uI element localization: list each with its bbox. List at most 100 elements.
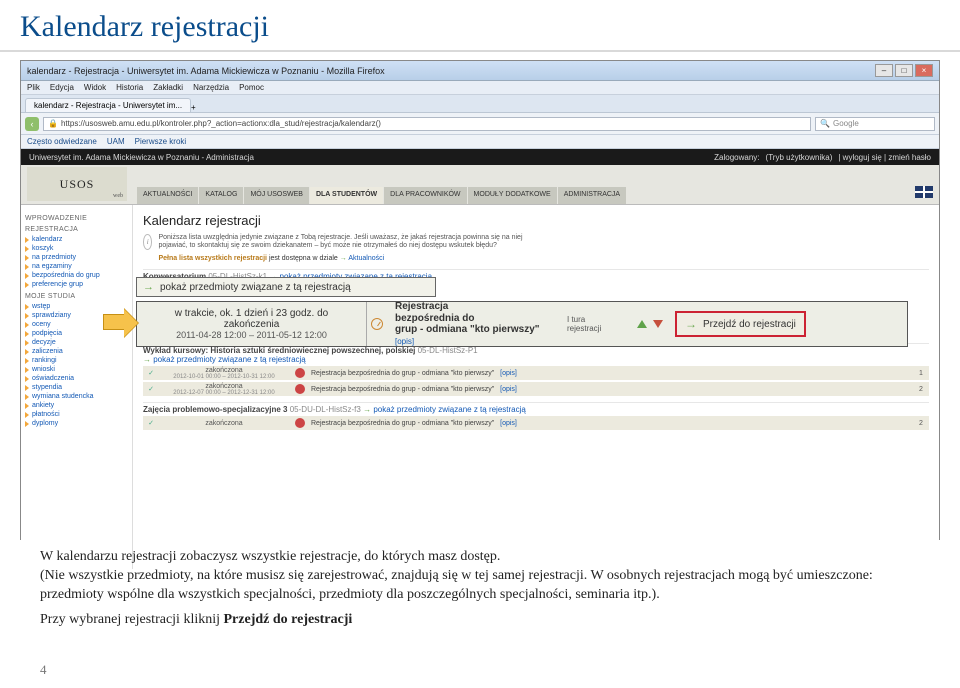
menu-item[interactable]: Widok [84, 83, 106, 92]
sidebar-item[interactable]: preferencje grup [25, 280, 128, 289]
tab-title: kalendarz - Rejestracja - Uniwersytet im… [34, 101, 182, 110]
window-min-button[interactable]: – [875, 64, 893, 77]
opis-link[interactable]: [opis] [395, 337, 414, 346]
flag-icon[interactable] [915, 186, 933, 198]
opis-link[interactable]: [opis] [500, 420, 517, 427]
sidebar-item[interactable]: na egzaminy [25, 262, 128, 271]
nav-item[interactable]: ADMINISTRACJA [558, 187, 626, 204]
sidebar-item-label: podpięcia [32, 330, 62, 337]
triangle-icon [25, 412, 29, 418]
section-label: Zajęcia problemowo-specjalizacyjne 3 [143, 405, 288, 414]
bookmark-item[interactable]: UAM [107, 137, 125, 146]
menu-item[interactable]: Plik [27, 83, 40, 92]
search-input[interactable]: 🔍 Google [815, 117, 935, 131]
page-title: Kalendarz rejestracji [0, 0, 960, 52]
sidebar-item[interactable]: na przedmioty [25, 253, 128, 262]
menu-item[interactable]: Pomoc [239, 83, 264, 92]
sidebar-item[interactable]: płatności [25, 410, 128, 419]
tura-line: I tura [567, 315, 627, 324]
nav-item[interactable]: MÓJ USOSWEB [244, 187, 309, 204]
check-icon: ✓ [143, 419, 159, 427]
browser-tabstrip: kalendarz - Rejestracja - Uniwersytet im… [21, 95, 939, 113]
triangle-down-icon[interactable] [653, 320, 663, 328]
highlight-text[interactable]: pokaż przedmioty związane z tą rejestrac… [160, 282, 351, 293]
triangle-icon [25, 282, 29, 288]
sidebar-item[interactable]: dyplomy [25, 419, 128, 428]
row-num: 1 [913, 370, 929, 377]
tura-line: rejestracji [567, 324, 627, 333]
row-title-line: bezpośrednia do [395, 313, 547, 325]
sidebar-item-label: wnioski [32, 366, 55, 373]
bookmark-item[interactable]: Często odwiedzane [27, 137, 97, 146]
user-mode: (Tryb użytkownika) [766, 153, 833, 162]
usos-logo[interactable]: USOS web [27, 167, 127, 201]
triangle-icon [25, 349, 29, 355]
check-icon: ✓ [143, 385, 159, 393]
triangle-icon [25, 385, 29, 391]
triangle-icon [25, 255, 29, 261]
logout-links[interactable]: | wyloguj się | zmień hasło [838, 153, 931, 162]
sidebar-item-label: koszyk [32, 245, 53, 252]
clock-icon [371, 318, 383, 330]
sidebar-item-label: decyzje [32, 339, 56, 346]
nav-item-active[interactable]: DLA STUDENTÓW [310, 187, 383, 204]
triangle-icon [25, 376, 29, 382]
info-text: Poniższa lista uwzględnia jedynie związa… [158, 234, 533, 251]
info-link[interactable]: Aktualności [348, 255, 384, 262]
menu-item[interactable]: Narzędzia [193, 83, 229, 92]
sidebar-item-label: kalendarz [32, 236, 62, 243]
triangle-icon [25, 246, 29, 252]
sidebar-item[interactable]: decyzje [25, 338, 128, 347]
nav-item[interactable]: MODUŁY DODATKOWE [468, 187, 557, 204]
sidebar-item[interactable]: wymiana studencka [25, 392, 128, 401]
opis-link[interactable]: [opis] [500, 370, 517, 377]
sidebar-item[interactable]: rankingi [25, 356, 128, 365]
sidebar-item[interactable]: oświadczenia [25, 374, 128, 383]
browser-tab[interactable]: kalendarz - Rejestracja - Uniwersytet im… [25, 98, 191, 112]
opis-link[interactable]: [opis] [500, 386, 517, 393]
window-close-button[interactable]: × [915, 64, 933, 77]
url-input[interactable]: 🔒 https://usosweb.amu.edu.pl/kontroler.p… [43, 117, 811, 131]
new-tab-button[interactable]: + [191, 103, 196, 112]
usos-header: USOS web AKTUALNOŚCI KATALOG MÓJ USOSWEB… [21, 165, 939, 205]
course-code: 05-DU-DL-HistSz-f3 [290, 405, 361, 414]
sidebar-item[interactable]: kalendarz [25, 235, 128, 244]
menu-item[interactable]: Zakładki [153, 83, 183, 92]
red-dot-icon [295, 368, 305, 378]
sidebar-item-label: rankingi [32, 357, 57, 364]
sidebar-item-label: dyplomy [32, 420, 58, 427]
sidebar-item[interactable]: bezpośrednia do grup [25, 271, 128, 280]
sidebar-group-label: MOJE STUDIA [25, 293, 128, 300]
nav-item[interactable]: KATALOG [199, 187, 243, 204]
sidebar-item[interactable]: koszyk [25, 244, 128, 253]
sidebar-item-label: oświadczenia [32, 375, 74, 382]
row-title-cell: Rejestracja bezpośrednia do grup - odmia… [387, 301, 557, 347]
bookmark-item[interactable]: Pierwsze kroki [135, 137, 187, 146]
window-max-button[interactable]: □ [895, 64, 913, 77]
nav-item[interactable]: DLA PRACOWNIKÓW [384, 187, 466, 204]
triangle-up-icon[interactable] [637, 320, 647, 328]
sidebar-item[interactable]: zaliczenia [25, 347, 128, 356]
course-code: 05-DL-HistSz-P1 [418, 346, 478, 355]
triangle-icon [25, 394, 29, 400]
row-title-line: grup - odmiana "kto pierwszy" [395, 324, 540, 335]
menu-item[interactable]: Historia [116, 83, 143, 92]
screenshot: kalendarz - Rejestracja - Uniwersytet im… [20, 60, 940, 540]
row-num: 2 [913, 420, 929, 427]
sidebar-item[interactable]: ankiety [25, 401, 128, 410]
info-bold: Pełna lista wszystkich rejestracji [158, 255, 267, 262]
section-label: Wykład kursowy: Historia sztuki średniow… [143, 346, 415, 355]
section-zajecia: Zajęcia problemowo-specjalizacyjne 3 05-… [143, 402, 929, 414]
show-subjects-link[interactable]: pokaż przedmioty związane z tą rejestrac… [373, 405, 526, 414]
arrow-icon: → [685, 317, 697, 331]
triangle-icon [25, 273, 29, 279]
goto-registration-button[interactable]: → Przejdź do rejestracji [675, 311, 806, 337]
menu-item[interactable]: Edycja [50, 83, 74, 92]
back-button[interactable]: ‹ [25, 117, 39, 131]
sidebar-item[interactable]: wnioski [25, 365, 128, 374]
show-subjects-link[interactable]: pokaż przedmioty związane z tą rejestrac… [153, 355, 306, 364]
triangle-icon [25, 313, 29, 319]
logged-label: Zalogowany: [714, 153, 759, 162]
nav-item[interactable]: AKTUALNOŚCI [137, 187, 198, 204]
sidebar-item[interactable]: stypendia [25, 383, 128, 392]
